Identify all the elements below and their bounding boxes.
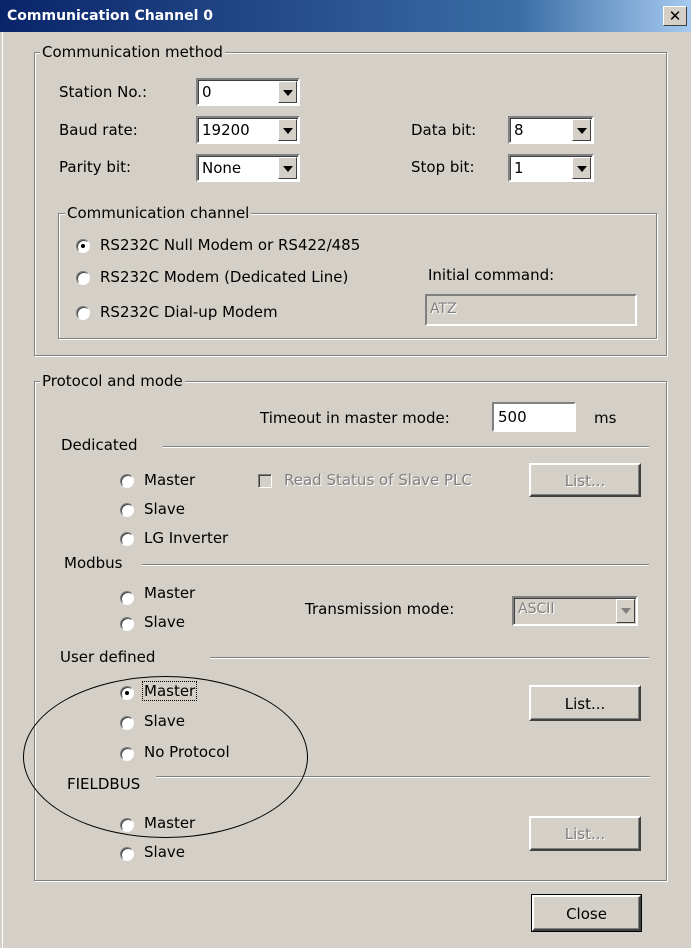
stopbit-label: Stop bit: [411,158,475,176]
dedicated-list-button[interactable]: List... [529,463,641,497]
fieldbus-slave-radio[interactable] [120,847,134,861]
channel-modem-dedicated-radio[interactable] [76,271,90,285]
databit-value: 8 [514,121,524,139]
parity-label: Parity bit: [59,158,132,176]
close-button-label: Close [566,905,607,923]
close-button[interactable]: Close [531,894,642,932]
station-value: 0 [202,83,212,101]
timeout-value: 500 [498,408,527,426]
dedicated-slave-radio[interactable] [120,503,134,517]
parity-select[interactable]: None [196,154,300,182]
transmission-select[interactable]: ASCII [512,596,638,626]
user-defined-list-button[interactable]: List... [529,685,641,721]
station-label: Station No.: [59,83,148,101]
chevron-down-icon[interactable] [572,157,591,179]
protocol-mode-legend: Protocol and mode [40,372,185,390]
databit-label: Data bit: [411,121,477,139]
user-defined-heading: User defined [60,648,156,666]
modbus-slave-radio[interactable] [120,617,134,631]
fieldbus-list-label: List... [564,825,606,843]
dedicated-heading: Dedicated [61,436,138,454]
stopbit-select[interactable]: 1 [508,154,594,182]
communication-method-legend: Communication method [40,43,225,61]
window-title: Communication Channel 0 [7,8,214,24]
initial-command-label: Initial command: [428,266,555,284]
timeout-unit: ms [594,409,617,427]
title-bar[interactable]: Communication Channel 0 ✕ [0,0,691,32]
dedicated-lg-inverter-label[interactable]: LG Inverter [144,529,228,547]
dedicated-list-label: List... [564,472,606,490]
dedicated-master-radio[interactable] [120,474,134,488]
read-status-checkbox[interactable] [258,474,272,488]
radio-dot [81,244,85,248]
baud-select[interactable]: 19200 [196,116,300,144]
channel-dialup-modem-label[interactable]: RS232C Dial-up Modem [100,303,278,321]
modbus-slave-label[interactable]: Slave [144,613,185,631]
chevron-down-icon[interactable] [278,81,297,103]
dedicated-lg-inverter-radio[interactable] [120,532,134,546]
modbus-master-label[interactable]: Master [144,584,195,602]
baud-value: 19200 [202,121,250,139]
channel-null-modem-radio[interactable] [76,239,90,253]
modbus-heading: Modbus [64,554,123,572]
chevron-down-icon[interactable] [572,119,591,141]
baud-label: Baud rate: [59,121,138,139]
station-select[interactable]: 0 [196,78,300,106]
stopbit-value: 1 [514,159,524,177]
chevron-down-icon[interactable] [616,599,635,623]
channel-null-modem-label[interactable]: RS232C Null Modem or RS422/485 [100,236,360,254]
chevron-down-icon[interactable] [278,119,297,141]
dedicated-separator [163,446,649,448]
user-defined-list-label: List... [564,695,606,713]
modbus-separator [142,564,649,566]
user-defined-separator [210,657,649,659]
transmission-label: Transmission mode: [305,600,455,618]
timeout-label: Timeout in master mode: [260,409,450,427]
channel-dialup-modem-radio[interactable] [76,306,90,320]
modbus-master-radio[interactable] [120,591,134,605]
channel-modem-dedicated-label[interactable]: RS232C Modem (Dedicated Line) [100,268,348,286]
initial-command-value: ATZ [430,301,457,317]
fieldbus-list-button[interactable]: List... [529,816,641,851]
communication-channel-legend: Communication channel [65,204,252,222]
initial-command-input[interactable]: ATZ [425,294,637,326]
fieldbus-slave-label[interactable]: Slave [144,843,185,861]
read-status-label[interactable]: Read Status of Slave PLC [284,471,472,489]
dedicated-slave-label[interactable]: Slave [144,500,185,518]
timeout-input[interactable]: 500 [492,402,576,432]
chevron-down-icon[interactable] [278,157,297,179]
close-icon[interactable]: ✕ [663,6,687,26]
annotation-ellipse [23,676,308,838]
databit-select[interactable]: 8 [508,116,594,144]
dedicated-master-label[interactable]: Master [144,471,195,489]
transmission-value: ASCII [518,601,555,617]
parity-value: None [202,159,242,177]
